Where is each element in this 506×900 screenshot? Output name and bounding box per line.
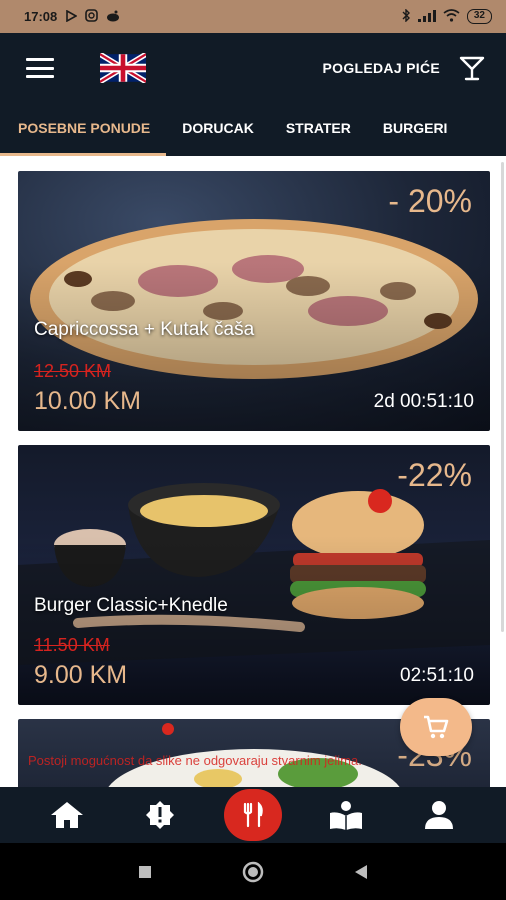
discount-badge: - 20% bbox=[388, 183, 472, 219]
profile-icon bbox=[425, 801, 454, 829]
back-triangle-icon bbox=[355, 864, 367, 879]
old-price: 11.50 KM bbox=[34, 635, 110, 655]
uk-flag-icon[interactable] bbox=[100, 53, 146, 83]
scrollbar[interactable] bbox=[501, 162, 504, 632]
home-icon bbox=[50, 802, 83, 828]
discount-badge: -22% bbox=[397, 457, 472, 493]
instagram-icon bbox=[85, 9, 99, 24]
status-right: 32 bbox=[402, 8, 492, 24]
countdown-timer: 02:51:10 bbox=[400, 665, 474, 686]
status-left: 17:08 bbox=[24, 9, 120, 24]
home-button[interactable] bbox=[242, 861, 264, 883]
circle-icon bbox=[242, 861, 264, 882]
tab-strater[interactable]: STRATER bbox=[270, 103, 367, 156]
cart-button[interactable] bbox=[400, 698, 472, 756]
old-price: 12.50 KM bbox=[34, 361, 112, 381]
status-bar: 17:08 32 bbox=[0, 0, 506, 33]
battery-indicator: 32 bbox=[466, 9, 492, 24]
cart-icon bbox=[424, 715, 449, 739]
countdown-timer: 2d 00:51:10 bbox=[373, 391, 474, 412]
cocktail-icon[interactable] bbox=[458, 54, 486, 82]
play-icon bbox=[65, 9, 78, 24]
reader-icon bbox=[330, 801, 363, 830]
nav-reader[interactable] bbox=[316, 787, 376, 843]
bluetooth-icon bbox=[402, 8, 411, 24]
offer-card[interactable]: -22% Burger Classic+Knedle 11.50 KM 9.00… bbox=[18, 445, 490, 705]
tab-posebne-ponude[interactable]: POSEBNE PONUDE bbox=[0, 103, 167, 156]
nav-alerts[interactable] bbox=[130, 787, 190, 843]
back-button[interactable] bbox=[354, 864, 368, 880]
hamburger-menu-icon[interactable] bbox=[26, 58, 54, 78]
system-navigation-bar bbox=[0, 843, 506, 900]
square-icon bbox=[139, 865, 151, 878]
offers-list[interactable]: - 20% Capriccossa + Kutak čaša 12.50 KM … bbox=[0, 156, 506, 787]
menu-utensils-icon bbox=[243, 802, 263, 828]
offer-title: Burger Classic+Knedle bbox=[34, 595, 228, 616]
bottom-navigation bbox=[0, 787, 506, 843]
new-price: 9.00 KM bbox=[34, 661, 128, 689]
category-tabs: POSEBNE PONUDE DORUCAK STRATER BURGERI bbox=[0, 103, 506, 156]
nav-profile[interactable] bbox=[409, 787, 469, 843]
signal-icon bbox=[417, 9, 436, 24]
nav-home[interactable] bbox=[37, 787, 97, 843]
nav-menu[interactable] bbox=[223, 787, 283, 843]
recents-button[interactable] bbox=[138, 865, 152, 879]
offer-title: Capriccossa + Kutak čaša bbox=[34, 319, 255, 340]
menu-button[interactable] bbox=[223, 789, 282, 841]
status-time: 17:08 bbox=[24, 9, 58, 24]
new-price: 10.00 KM bbox=[34, 387, 142, 415]
reddit-icon bbox=[106, 10, 120, 24]
tab-burgeri[interactable]: BURGERI bbox=[367, 103, 464, 156]
image-disclaimer: Postoji mogućnost da slike ne odgovaraju… bbox=[28, 753, 362, 768]
view-drinks-link[interactable]: POGLEDAJ PIĆE bbox=[323, 60, 440, 76]
wifi-icon bbox=[443, 9, 460, 24]
tab-dorucak[interactable]: DORUCAK bbox=[166, 103, 270, 156]
alert-badge-icon bbox=[145, 801, 174, 829]
offer-card[interactable]: - 20% Capriccossa + Kutak čaša 12.50 KM … bbox=[18, 171, 490, 431]
app-header: POGLEDAJ PIĆE bbox=[0, 33, 506, 103]
